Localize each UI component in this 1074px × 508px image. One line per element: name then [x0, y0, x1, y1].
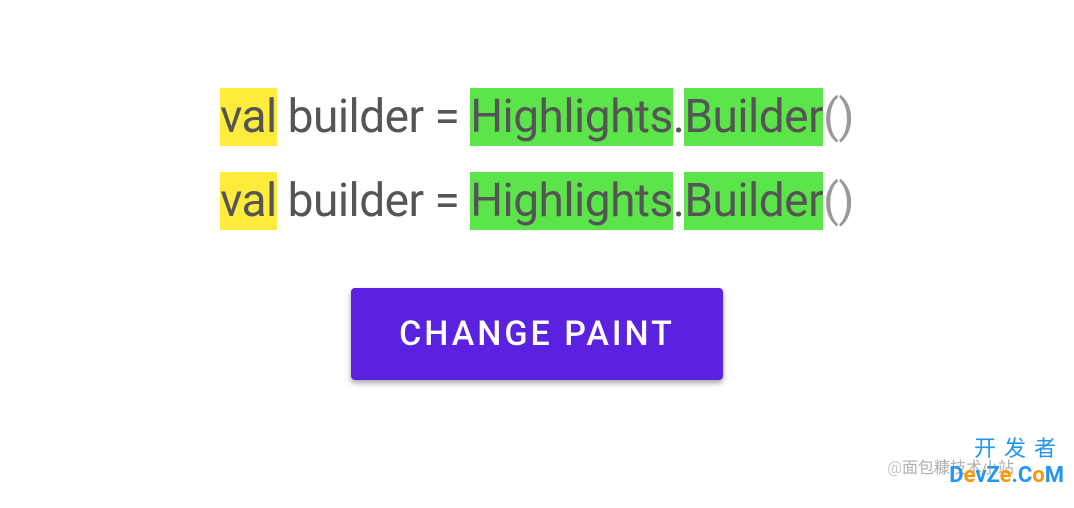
code-text: builder = — [277, 90, 470, 144]
parentheses: () — [823, 90, 854, 144]
keyword-val: val — [220, 88, 277, 146]
code-text: builder = — [277, 174, 470, 228]
class-highlights: Highlights — [470, 88, 673, 146]
watermark-logo: 开发者 DevZe.CoM — [949, 431, 1064, 488]
parentheses: () — [823, 174, 854, 228]
dot: . — [673, 174, 685, 228]
dot: . — [673, 90, 685, 144]
main-content: val builder = Highlights.Builder() val b… — [0, 0, 1074, 380]
code-line-1: val builder = Highlights.Builder() — [220, 90, 854, 144]
change-paint-button[interactable]: CHANGE PAINT — [351, 288, 723, 380]
code-line-2: val builder = Highlights.Builder() — [220, 174, 854, 228]
watermark-chinese: 开发者 — [974, 431, 1064, 463]
class-builder: Builder — [684, 172, 823, 230]
class-builder: Builder — [684, 88, 823, 146]
watermark-english: DevZe.CoM — [949, 463, 1064, 488]
class-highlights: Highlights — [470, 172, 673, 230]
keyword-val: val — [220, 172, 277, 230]
